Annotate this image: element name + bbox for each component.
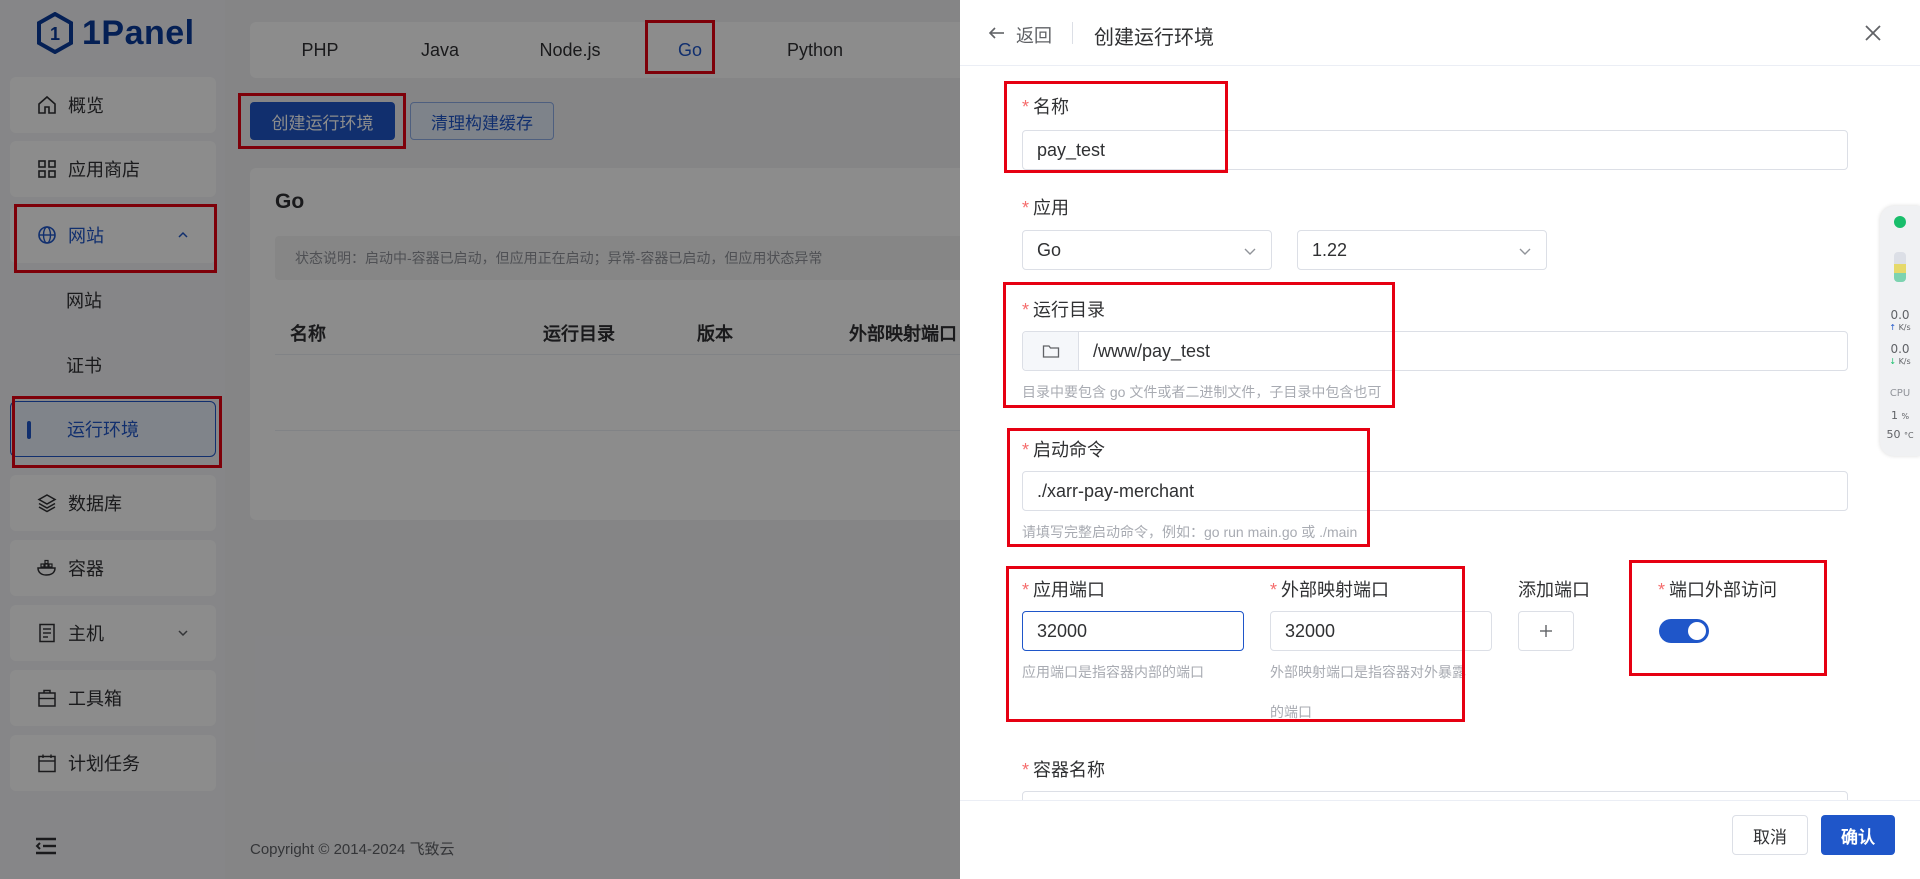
confirm-button[interactable]: 确认 xyxy=(1821,815,1895,855)
upload-rate: 0.0 xyxy=(1890,308,1910,322)
header-divider xyxy=(1072,22,1073,44)
highlight-box xyxy=(1004,81,1228,173)
add-port-label: 添加端口 xyxy=(1518,580,1590,600)
app-select-value: Go xyxy=(1037,240,1062,260)
drawer-header: 返回 创建运行环境 xyxy=(960,0,1920,66)
cpu-usage: 1 % xyxy=(1890,409,1910,422)
plus-icon xyxy=(1540,625,1552,637)
app-select[interactable]: Go xyxy=(1022,230,1272,270)
cancel-button[interactable]: 取消 xyxy=(1732,815,1808,855)
chevron-down-icon xyxy=(1244,248,1256,255)
highlight-box xyxy=(1007,428,1370,547)
system-monitor-widget[interactable]: 0.0 ↑ K/s 0.0 ↓ K/s CPU 1 % 50 °C xyxy=(1880,206,1920,456)
download-rate: 0.0 xyxy=(1890,342,1910,356)
version-select-value: 1.22 xyxy=(1312,240,1348,260)
chevron-down-icon xyxy=(1519,248,1531,255)
download-rate-unit: ↓ K/s xyxy=(1889,357,1911,366)
drawer-title: 创建运行环境 xyxy=(1094,27,1214,49)
create-runtime-drawer: 返回 创建运行环境 * 名称 pay_test * 应用 Go 1.22 * 运行目录… xyxy=(960,0,1920,879)
upload-rate-unit: ↑ K/s xyxy=(1889,323,1911,332)
highlight-box xyxy=(1006,566,1465,722)
container-name-label: * 容器名称 xyxy=(1022,760,1106,780)
add-port-button[interactable] xyxy=(1518,611,1574,651)
close-icon[interactable] xyxy=(1864,24,1882,42)
down-arrow-icon: ↓ xyxy=(1889,357,1897,366)
status-dot xyxy=(1894,216,1906,228)
back-link[interactable]: 返回 xyxy=(1016,22,1052,48)
highlight-box xyxy=(1629,560,1827,676)
up-arrow-icon: ↑ xyxy=(1889,323,1897,332)
highlight-box xyxy=(1003,282,1395,408)
drawer-footer: 取消 确认 xyxy=(960,800,1920,879)
memory-bar xyxy=(1894,252,1906,282)
app-label: * 应用 xyxy=(1022,198,1070,218)
back-arrow-icon[interactable] xyxy=(988,24,1006,42)
version-select[interactable]: 1.22 xyxy=(1297,230,1547,270)
cpu-temperature: 50 °C xyxy=(1886,428,1914,441)
cpu-label: CPU xyxy=(1889,388,1911,399)
